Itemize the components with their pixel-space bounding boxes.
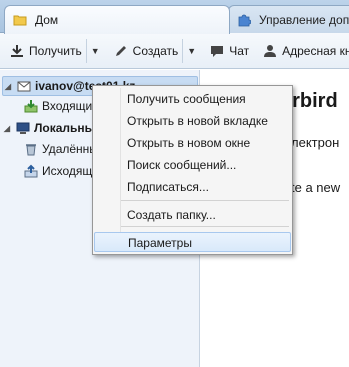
download-icon	[11, 44, 23, 57]
folder-inbox-label: Входящие	[42, 99, 99, 113]
get-messages-label: Получить	[29, 43, 82, 58]
menu-item-open-new-window[interactable]: Открыть в новом окне	[94, 133, 291, 153]
folder-context-menu: Получить сообщения Открыть в новой вклад…	[92, 85, 293, 255]
menu-item-properties[interactable]: Параметры	[94, 232, 291, 252]
computer-icon	[16, 122, 30, 134]
contact-icon	[264, 44, 277, 57]
menu-item-subscribe[interactable]: Подписаться...	[94, 177, 291, 197]
collapse-triangle-icon[interactable]: ◢	[3, 82, 13, 91]
email-heading: лектрон	[291, 135, 340, 150]
menu-separator	[121, 200, 289, 201]
chevron-down-icon: ▼	[187, 45, 197, 56]
menu-item-get-messages[interactable]: Получить сообщения	[94, 89, 291, 109]
folder-icon	[13, 15, 27, 26]
thunderbird-window: Дом Управление допо Получить ▼ Создать ▼…	[0, 0, 349, 367]
address-book-button[interactable]: Адресная кн	[259, 39, 349, 63]
folder-trash-label: Удалённы	[42, 142, 98, 156]
pencil-icon	[115, 45, 126, 56]
main-toolbar: Получить ▼ Создать ▼ Чат Адресная кн	[0, 33, 349, 69]
chevron-down-icon: ▼	[90, 45, 100, 56]
puzzle-icon	[238, 14, 251, 27]
folder-trash[interactable]: Удалённы	[20, 139, 98, 159]
tab-home-label: Дом	[35, 13, 59, 27]
get-messages-dropdown[interactable]: ▼	[85, 38, 104, 63]
write-button[interactable]: Создать	[110, 39, 183, 63]
write-dropdown[interactable]: ▼	[182, 38, 200, 63]
get-messages-button[interactable]: Получить	[6, 39, 86, 63]
chat-label: Чат	[229, 43, 250, 58]
menu-item-search-messages[interactable]: Поиск сообщений...	[94, 155, 291, 175]
address-book-label: Адресная кн	[282, 43, 349, 58]
menu-separator	[121, 226, 289, 227]
menu-item-new-folder[interactable]: Создать папку...	[94, 205, 291, 225]
trash-icon	[26, 144, 36, 156]
chat-icon	[211, 45, 224, 57]
mail-account-icon	[17, 81, 31, 92]
folder-inbox[interactable]: Входящие	[20, 96, 99, 116]
tab-strip: Дом Управление допо	[0, 0, 349, 34]
folder-outbox[interactable]: Исходящ	[20, 161, 92, 181]
chat-button[interactable]: Чат	[206, 39, 253, 63]
menu-item-open-new-tab[interactable]: Открыть в новой вкладке	[94, 111, 291, 131]
outbox-icon	[24, 164, 38, 178]
folder-local[interactable]: ◢ Локальны	[2, 118, 95, 138]
collapse-triangle-icon[interactable]: ◢	[2, 124, 12, 133]
inbox-icon	[24, 100, 38, 113]
write-label: Создать	[132, 43, 179, 58]
tab-addons[interactable]: Управление допо	[228, 5, 349, 34]
tab-home[interactable]: Дом	[4, 5, 230, 34]
tab-addons-label: Управление допо	[259, 13, 349, 27]
create-account-text: te a new	[291, 180, 341, 195]
folder-outbox-label: Исходящ	[42, 164, 93, 178]
folder-local-label: Локальны	[34, 121, 95, 135]
